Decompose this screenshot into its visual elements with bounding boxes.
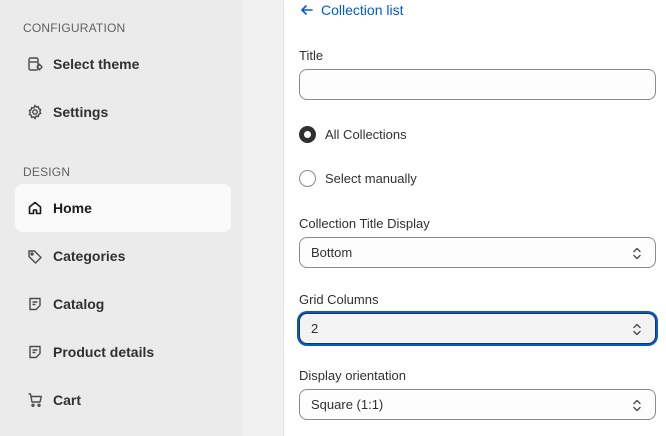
sidebar-item-label: Catalog <box>53 296 105 312</box>
arrow-left-icon <box>301 5 313 15</box>
sidebar-item-label: Cart <box>53 392 82 408</box>
sidebar-item-label: Home <box>53 200 92 216</box>
sidebar-item-catalog[interactable]: Catalog <box>15 280 231 328</box>
title-input[interactable] <box>299 69 656 100</box>
select-value: 2 <box>311 321 319 336</box>
sidebar-item-cart[interactable]: Cart <box>15 376 231 424</box>
tag-icon <box>27 248 43 264</box>
document-icon <box>27 344 43 360</box>
sidebar-item-select-theme[interactable]: Select theme <box>15 40 231 88</box>
title-display-label: Collection Title Display <box>299 216 430 231</box>
title-label: Title <box>299 48 324 63</box>
back-to-collection-list-link[interactable]: Collection list <box>299 2 403 18</box>
radio-label: Select manually <box>325 171 417 186</box>
sidebar-item-label: Select theme <box>53 56 140 72</box>
select-value: Bottom <box>311 245 353 260</box>
radio-select-manually[interactable]: Select manually <box>299 170 417 187</box>
radio-unchecked-icon <box>299 170 316 187</box>
radio-all-collections[interactable]: All Collections <box>299 126 407 143</box>
grid-columns-label: Grid Columns <box>299 292 379 307</box>
sidebar-item-label: Categories <box>53 248 126 264</box>
home-icon <box>27 200 43 216</box>
theme-icon <box>27 56 43 72</box>
title-display-select[interactable]: Bottom <box>299 237 656 268</box>
document-icon <box>27 296 43 312</box>
select-value: Square (1:1) <box>311 397 384 412</box>
select-chevron-icon <box>633 399 641 412</box>
sidebar-item-categories[interactable]: Categories <box>15 232 231 280</box>
back-link-label: Collection list <box>321 2 404 18</box>
sidebar-gutter <box>243 0 284 436</box>
radio-checked-icon <box>299 126 316 143</box>
display-orientation-label: Display orientation <box>299 368 406 383</box>
sidebar-item-settings[interactable]: Settings <box>15 88 231 136</box>
sidebar-item-home[interactable]: Home <box>15 184 231 232</box>
section-label-configuration: CONFIGURATION <box>23 21 126 35</box>
display-orientation-select[interactable]: Square (1:1) <box>299 389 656 420</box>
sidebar-item-product-details[interactable]: Product details <box>15 328 231 376</box>
gear-icon <box>27 104 43 120</box>
cart-icon <box>27 392 43 408</box>
grid-columns-select[interactable]: 2 <box>299 313 656 344</box>
sidebar-item-label: Settings <box>53 104 109 120</box>
sidebar-item-label: Product details <box>53 344 155 360</box>
radio-label: All Collections <box>325 127 407 142</box>
select-chevron-icon <box>633 323 641 336</box>
sidebar: CONFIGURATION Select theme Settings DESI… <box>0 0 243 436</box>
section-label-design: DESIGN <box>23 165 71 179</box>
select-chevron-icon <box>633 247 641 260</box>
